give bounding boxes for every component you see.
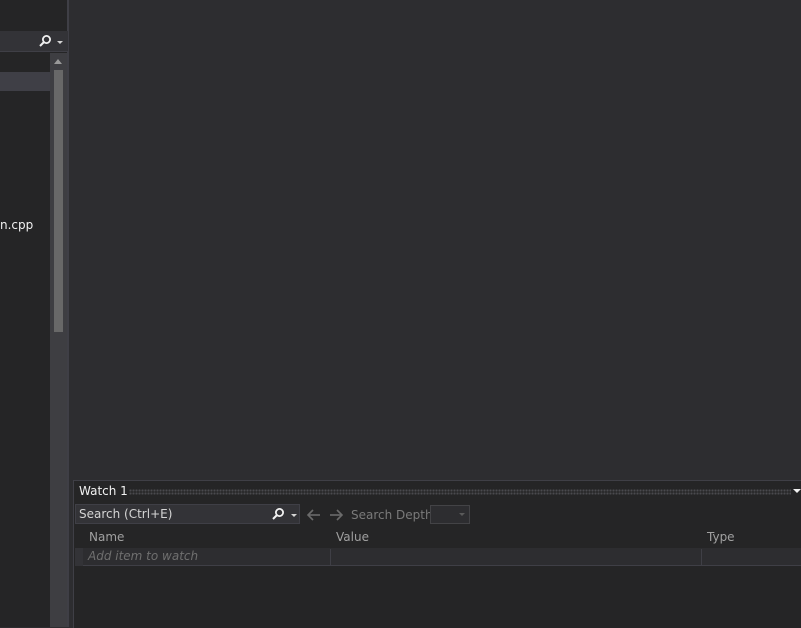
tree-selected-row[interactable] bbox=[0, 72, 50, 91]
window-menu-icon[interactable] bbox=[793, 487, 801, 495]
chevron-down-icon bbox=[459, 513, 465, 516]
title-bar-grip[interactable] bbox=[129, 489, 791, 495]
chevron-down-icon[interactable] bbox=[289, 507, 299, 521]
watch-window-title[interactable]: Watch 1 bbox=[79, 484, 128, 498]
arrow-left-icon[interactable] bbox=[306, 507, 322, 523]
watch-grid-body bbox=[75, 566, 801, 627]
scrollbar-thumb[interactable] bbox=[54, 70, 63, 332]
search-icon[interactable] bbox=[271, 507, 285, 521]
scroll-up-icon[interactable] bbox=[53, 57, 63, 65]
chevron-down-icon[interactable] bbox=[55, 34, 65, 48]
search-depth-label: Search Depth: bbox=[351, 508, 437, 522]
editor-area bbox=[69, 0, 801, 480]
column-header-value[interactable]: Value bbox=[336, 530, 369, 544]
arrow-right-icon[interactable] bbox=[328, 507, 344, 523]
row-gutter bbox=[75, 548, 83, 566]
watch-search-input[interactable] bbox=[77, 505, 269, 523]
tree-item-file[interactable]: n.cpp bbox=[0, 218, 33, 232]
column-header-type[interactable]: Type bbox=[707, 530, 735, 544]
add-watch-item[interactable]: Add item to watch bbox=[88, 549, 198, 563]
watch-grid-header bbox=[75, 528, 801, 548]
column-header-name[interactable]: Name bbox=[89, 530, 124, 544]
column-separator[interactable] bbox=[330, 549, 331, 566]
column-separator[interactable] bbox=[701, 549, 702, 566]
search-icon[interactable] bbox=[38, 34, 52, 48]
